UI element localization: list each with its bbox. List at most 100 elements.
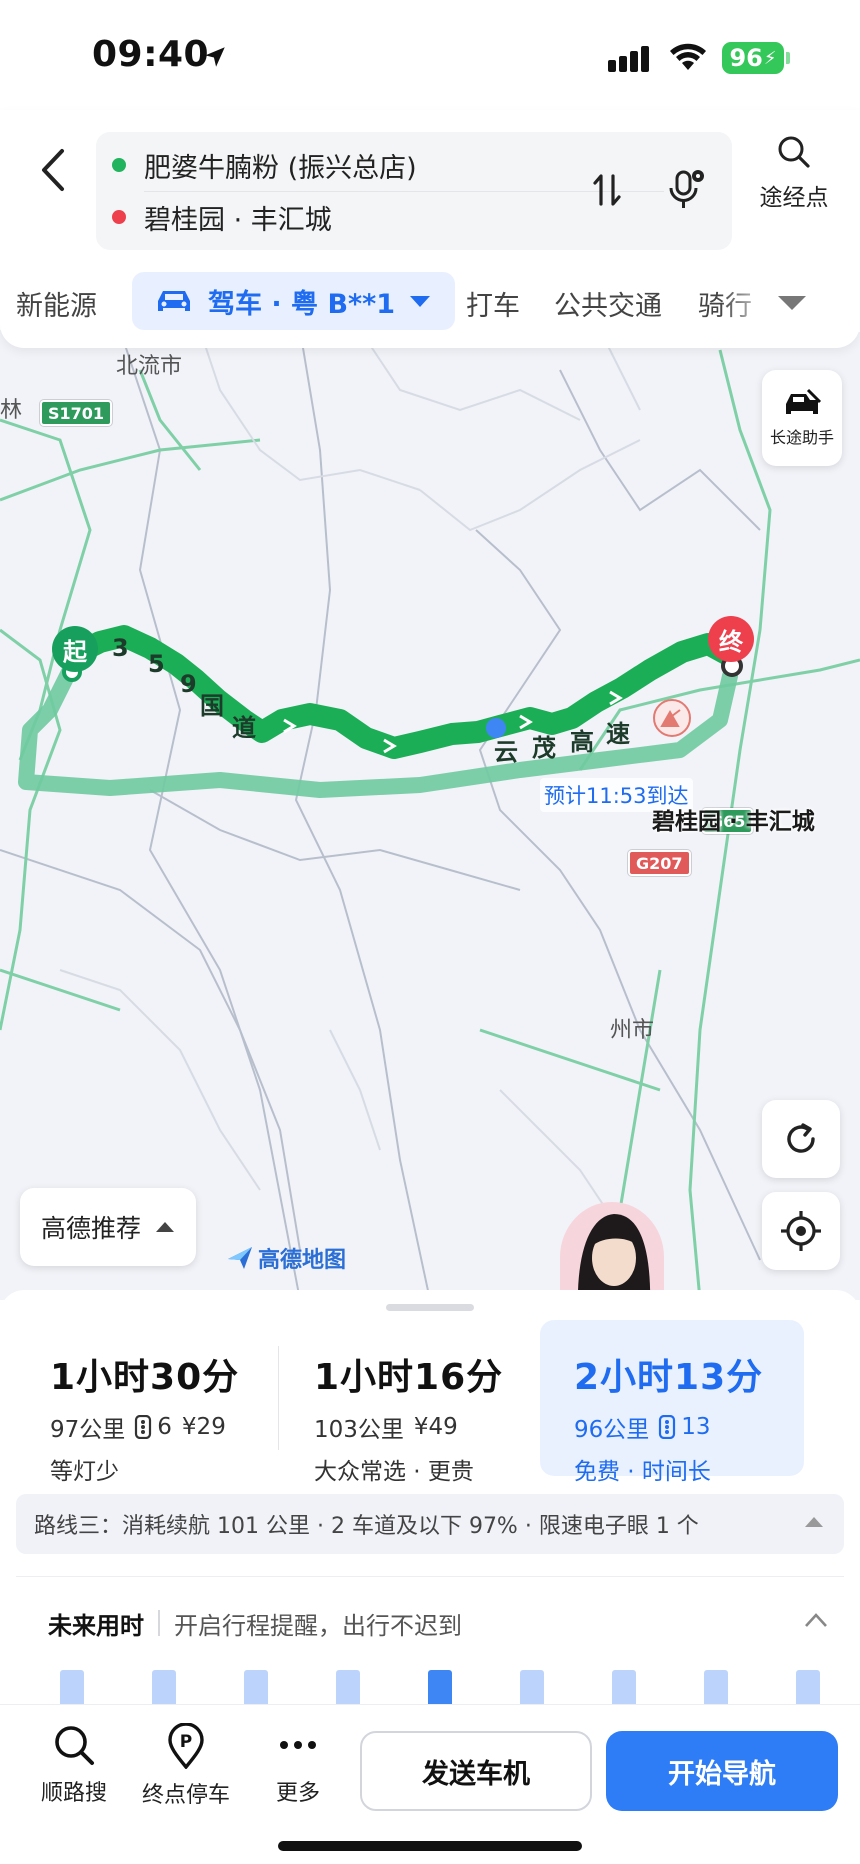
- road-359-char: 3: [112, 634, 129, 662]
- route-distance: 96公里: [574, 1417, 650, 1443]
- city-label-beiliu: 北流市: [116, 354, 183, 379]
- status-bar: 09:40 96 ⚡: [0, 0, 860, 110]
- refresh-icon: [787, 1123, 815, 1153]
- future-time-title: 未来用时: [48, 1611, 144, 1640]
- road-yunmao-char: 茂: [532, 734, 556, 762]
- voice-input-button[interactable]: [658, 160, 714, 220]
- status-time: 09:40: [92, 34, 210, 75]
- destination-map-label: 碧桂园 · 丰汇城: [652, 809, 815, 835]
- traffic-light-icon: [135, 1415, 152, 1439]
- card-separator: [278, 1346, 279, 1450]
- route-note: 大众常选 · 更贵: [314, 1459, 474, 1485]
- route-meta: 96公里 13: [574, 1410, 804, 1444]
- destination-field[interactable]: 碧桂园 · 丰汇城: [112, 192, 332, 242]
- route-option-3-selected[interactable]: 2小时13分 96公里 13 免费 · 时间长: [540, 1320, 804, 1485]
- route-input-box: 肥婆牛腩粉 (振兴总店) 碧桂园 · 丰汇城: [96, 132, 732, 250]
- long-trip-assistant-button[interactable]: 长途助手: [762, 370, 842, 466]
- route-meta: 103公里 ¥49: [314, 1410, 532, 1444]
- add-waypoint-button[interactable]: 途经点: [752, 134, 836, 230]
- tab-drive-label: 驾车 · 粤 B**1: [208, 288, 396, 320]
- road-yunmao-char: 云: [494, 738, 518, 766]
- route-cost: ¥29: [181, 1414, 226, 1440]
- start-pin[interactable]: 起: [52, 626, 98, 672]
- chevron-up-icon: [805, 1613, 827, 1627]
- road-359-char: 5: [148, 650, 165, 678]
- search-along-label: 顺路搜: [40, 1781, 107, 1806]
- dest-parking-label: 终点停车: [141, 1783, 230, 1808]
- home-indicator: [278, 1841, 582, 1851]
- start-navigation-button[interactable]: 开始导航: [606, 1731, 838, 1811]
- edge-city-label: 林: [0, 398, 23, 423]
- swap-icon: [593, 174, 621, 206]
- microphone-icon: [669, 170, 704, 208]
- route-detail-text: 路线三：消耗续航 101 公里 · 2 车道及以下 97% · 限速电子眼 1 …: [34, 1514, 699, 1539]
- route-meta: 97公里 6 ¥29: [50, 1410, 268, 1444]
- locate-me-button[interactable]: [762, 1192, 840, 1270]
- route-note: 等灯少: [50, 1459, 119, 1485]
- sheet-drag-handle[interactable]: [386, 1304, 474, 1311]
- destination-parking-button[interactable]: P 终点停车: [136, 1722, 236, 1809]
- end-pin[interactable]: 终: [708, 616, 754, 662]
- triangle-up-icon: [805, 1517, 823, 1527]
- road-shield-s1701: S1701: [40, 400, 113, 426]
- back-button[interactable]: [28, 140, 78, 200]
- road-shield-g207: G207: [628, 850, 691, 876]
- destination-text: 碧桂园 · 丰汇城: [144, 204, 332, 236]
- origin-field[interactable]: 肥婆牛腩粉 (振兴总店): [112, 140, 417, 190]
- route-option-1[interactable]: 1小时30分 97公里 6 ¥29 等灯少: [28, 1320, 268, 1485]
- crosshair-icon: [781, 1211, 821, 1251]
- road-yunmao-char: 速: [606, 720, 630, 748]
- city-label-2: 州市: [610, 1018, 655, 1043]
- more-button[interactable]: 更多: [248, 1723, 348, 1807]
- future-time-header[interactable]: 未来用时 开启行程提醒，出行不迟到: [48, 1598, 828, 1648]
- tab-taxi[interactable]: 打车: [466, 280, 520, 326]
- route-distance: 97公里: [50, 1417, 126, 1443]
- route-duration: 1小时16分: [314, 1357, 504, 1398]
- section-divider: [16, 1576, 844, 1577]
- battery-indicator: 96 ⚡: [722, 42, 784, 74]
- future-time-bars: [60, 1660, 820, 1710]
- main-route-path: [61, 625, 741, 759]
- route-detail-banner[interactable]: 路线三：消耗续航 101 公里 · 2 车道及以下 97% · 限速电子眼 1 …: [16, 1494, 844, 1554]
- send-to-car-button[interactable]: 发送车机: [360, 1731, 592, 1811]
- wifi-icon: [670, 43, 706, 70]
- search-along-route-button[interactable]: 顺路搜: [24, 1723, 124, 1807]
- route-duration: 2小时13分: [574, 1357, 764, 1398]
- more-dots-icon: [280, 1741, 316, 1749]
- route-distance: 103公里: [314, 1417, 404, 1443]
- amap-logo: 高德地图: [226, 1242, 346, 1274]
- route-lights: 6: [157, 1414, 172, 1440]
- route-planner-panel: 肥婆牛腩粉 (振兴总店) 碧桂园 · 丰汇城 途经点 新能源 驾车 · 粤 B*…: [0, 110, 860, 348]
- battery-tip: [786, 52, 790, 64]
- amap-logo-icon: [228, 1247, 252, 1269]
- amap-recommend-button[interactable]: 高德推荐: [20, 1188, 196, 1266]
- future-time-subtitle: 开启行程提醒，出行不迟到: [174, 1611, 462, 1640]
- tab-transit[interactable]: 公共交通: [554, 280, 662, 326]
- triangle-up-icon: [156, 1222, 174, 1232]
- battery-level: 96: [729, 44, 763, 72]
- car-assistant-icon: [786, 388, 822, 414]
- future-time-divider: [158, 1610, 160, 1636]
- destination-dot: [112, 210, 126, 224]
- tab-drive[interactable]: 驾车 · 粤 B**1: [132, 272, 456, 330]
- amap-logo-text: 高德地图: [258, 1248, 347, 1273]
- charging-bolt-icon: ⚡: [763, 47, 777, 69]
- route-duration: 1小时30分: [50, 1357, 240, 1398]
- chevron-left-icon: [42, 149, 64, 191]
- road-359-char: 道: [232, 714, 256, 742]
- refresh-route-button[interactable]: [762, 1100, 840, 1178]
- origin-dot: [112, 158, 126, 172]
- route-option-2[interactable]: 1小时16分 103公里 ¥49 大众常选 · 更贵: [292, 1320, 532, 1485]
- caret-down-icon: [410, 296, 431, 307]
- route-cost: ¥49: [413, 1414, 458, 1440]
- bottom-action-bar: 顺路搜 P 终点停车 更多 发送车机 开始导航: [0, 1704, 860, 1864]
- map-view[interactable]: 北流市 林 州市 S1701 G65 G207 3 5 9 国 道 云 茂 高 …: [0, 330, 860, 1300]
- road-359-char: 9: [180, 670, 197, 698]
- search-icon: [55, 1726, 94, 1765]
- more-modes-button[interactable]: [772, 286, 812, 320]
- road-yunmao-char: 高: [570, 728, 594, 756]
- swap-route-button[interactable]: [582, 162, 632, 218]
- traffic-light-icon: [659, 1415, 676, 1439]
- road-359-char: 国: [200, 692, 224, 720]
- tab-new-energy[interactable]: 新能源: [16, 280, 97, 326]
